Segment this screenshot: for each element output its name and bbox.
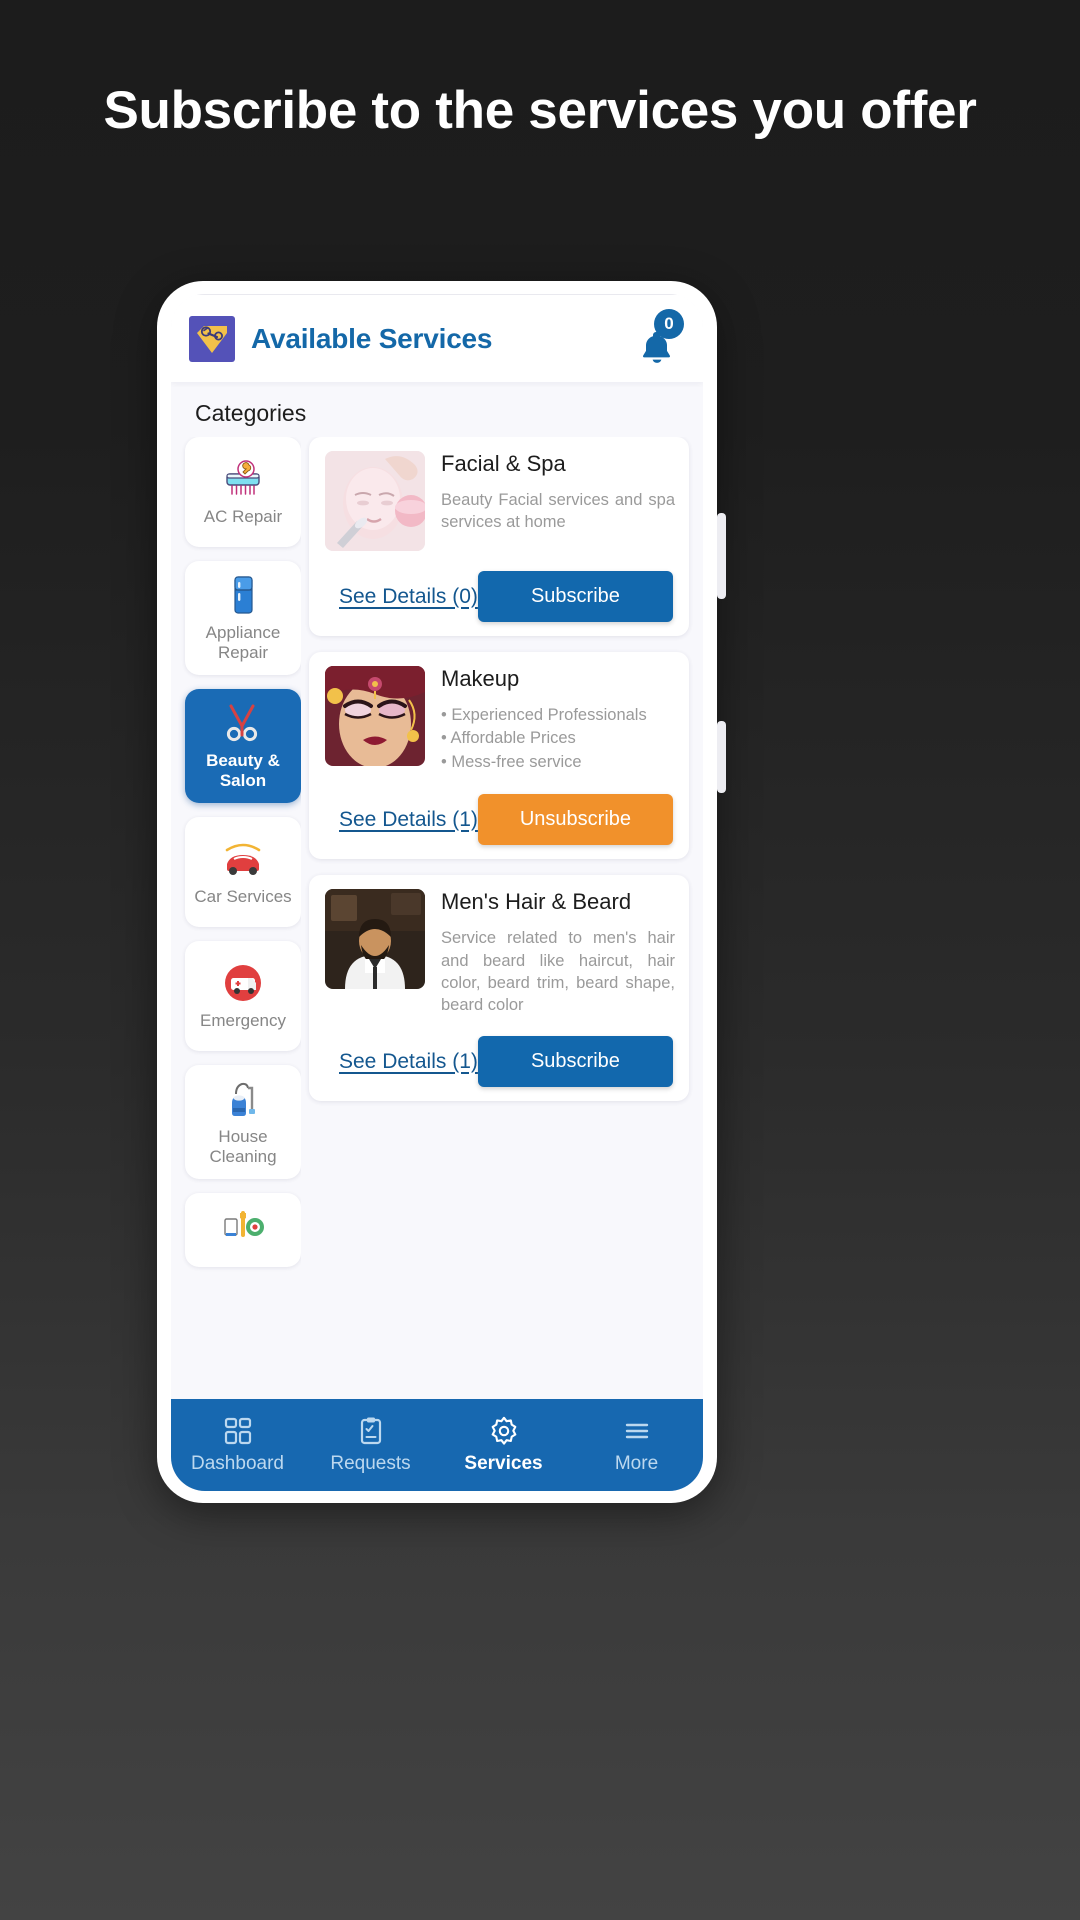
service-card-list: Facial & Spa Beauty Facial services and …	[301, 437, 703, 1397]
facial-spa-photo	[325, 451, 425, 551]
car-services-icon	[221, 837, 265, 881]
sidebar-item-car-services[interactable]: Car Services	[185, 817, 301, 928]
service-card-text: Makeup • Experienced Professionals • Aff…	[425, 666, 675, 774]
service-title: Men's Hair & Beard	[441, 889, 632, 915]
device-side-button-lower	[717, 721, 726, 793]
tools-diamond-logo-icon	[189, 315, 235, 362]
service-card-body: Facial & Spa Beauty Facial services and …	[325, 451, 675, 551]
beauty-salon-icon	[221, 701, 265, 745]
app-bar: Available Services 0	[171, 294, 703, 382]
hamburger-menu-icon	[625, 1423, 648, 1438]
unsubscribe-button[interactable]: Unsubscribe	[477, 794, 673, 846]
services-content: Categories AC Repair Appliance Repair Be…	[171, 382, 703, 1399]
service-bullet: • Affordable Prices	[441, 729, 576, 748]
see-details-link[interactable]: See Details (1)	[339, 808, 478, 832]
makeup-photo	[325, 666, 425, 766]
service-card: Men's Hair & Beard Service related to me…	[309, 875, 689, 1102]
notification-button[interactable]: 0	[631, 308, 684, 367]
phone-screen: Available Services 0 Categories AC Repai…	[171, 294, 703, 1491]
sidebar-item-label: House Cleaning	[209, 1127, 277, 1167]
categories-heading: Categories	[195, 400, 307, 426]
emergency-icon	[221, 961, 265, 1005]
service-description: Service related to men's hair and beard …	[441, 929, 675, 1015]
notification-badge: 0	[654, 308, 684, 339]
service-card-body: Men's Hair & Beard Service related to me…	[325, 889, 675, 1016]
subscribe-button[interactable]: Subscribe	[477, 571, 673, 622]
house-cleaning-icon	[221, 1077, 265, 1121]
sidebar-item-label: Emergency	[200, 1011, 286, 1031]
service-card-body: Makeup • Experienced Professionals • Aff…	[325, 666, 675, 774]
see-details-link[interactable]: See Details (1)	[339, 1050, 478, 1074]
service-card: Facial & Spa Beauty Facial services and …	[309, 437, 689, 636]
dashboard-grid-icon	[224, 1417, 251, 1444]
sidebar-item-home-repair[interactable]	[185, 1193, 301, 1268]
sidebar-item-emergency[interactable]: Emergency	[185, 941, 301, 1052]
category-rail[interactable]: AC Repair Appliance Repair Beauty & Salo…	[171, 437, 301, 1397]
service-title: Facial & Spa	[441, 451, 566, 476]
sidebar-item-label: AC Repair	[203, 506, 283, 526]
service-bullet: • Experienced Professionals	[441, 706, 647, 724]
nav-label: More	[614, 1452, 659, 1474]
see-details-link[interactable]: See Details (0)	[339, 585, 478, 609]
sidebar-item-label: Appliance Repair	[205, 623, 281, 663]
service-card-actions: See Details (1) Subscribe	[325, 1036, 675, 1088]
sidebar-item-appliance-repair[interactable]: Appliance Repair	[185, 561, 301, 676]
service-title: Makeup	[441, 666, 520, 691]
nav-label: Services	[464, 1452, 543, 1474]
service-bullet-list: • Experienced Professionals • Affordable…	[441, 704, 675, 774]
sidebar-item-beauty-salon[interactable]: Beauty & Salon	[185, 689, 301, 804]
home-repair-icon	[221, 1205, 265, 1249]
phone-frame: Available Services 0 Categories AC Repai…	[157, 281, 726, 1503]
service-card: Makeup • Experienced Professionals • Aff…	[309, 652, 689, 860]
nav-label: Dashboard	[191, 1452, 284, 1474]
service-card-actions: See Details (0) Subscribe	[325, 571, 675, 622]
bottom-navigation: Dashboard Requests Services More	[171, 1399, 703, 1491]
service-description: Beauty Facial services and spa services …	[441, 491, 675, 532]
appliance-repair-icon	[221, 573, 265, 617]
service-card-text: Facial & Spa Beauty Facial services and …	[425, 451, 675, 551]
nav-label: Requests	[330, 1452, 411, 1474]
categories-and-services: AC Repair Appliance Repair Beauty & Salo…	[171, 437, 703, 1399]
sidebar-item-house-cleaning[interactable]: House Cleaning	[185, 1065, 301, 1180]
page-title: Subscribe to the services you offer	[103, 81, 977, 140]
sidebar-item-label: Car Services	[194, 887, 292, 907]
device-side-button-upper	[717, 513, 726, 599]
service-card-text: Men's Hair & Beard Service related to me…	[425, 889, 675, 1016]
subscribe-button[interactable]: Subscribe	[477, 1036, 673, 1088]
sidebar-item-label: Beauty & Salon	[206, 751, 280, 791]
nav-item-dashboard[interactable]: Dashboard	[171, 1416, 304, 1475]
nav-item-more[interactable]: More	[570, 1416, 703, 1475]
gear-icon	[491, 1416, 516, 1445]
nav-item-services[interactable]: Services	[437, 1416, 570, 1475]
service-bullet: • Mess-free service	[441, 752, 582, 771]
service-card-actions: See Details (1) Unsubscribe	[325, 794, 675, 846]
sidebar-item-ac-repair[interactable]: AC Repair	[185, 437, 301, 547]
app-bar-title: Available Services	[251, 322, 493, 354]
clipboard-list-icon	[360, 1417, 381, 1444]
mens-hair-beard-photo	[325, 889, 425, 990]
ac-repair-icon	[221, 457, 265, 501]
nav-item-requests[interactable]: Requests	[304, 1416, 437, 1475]
